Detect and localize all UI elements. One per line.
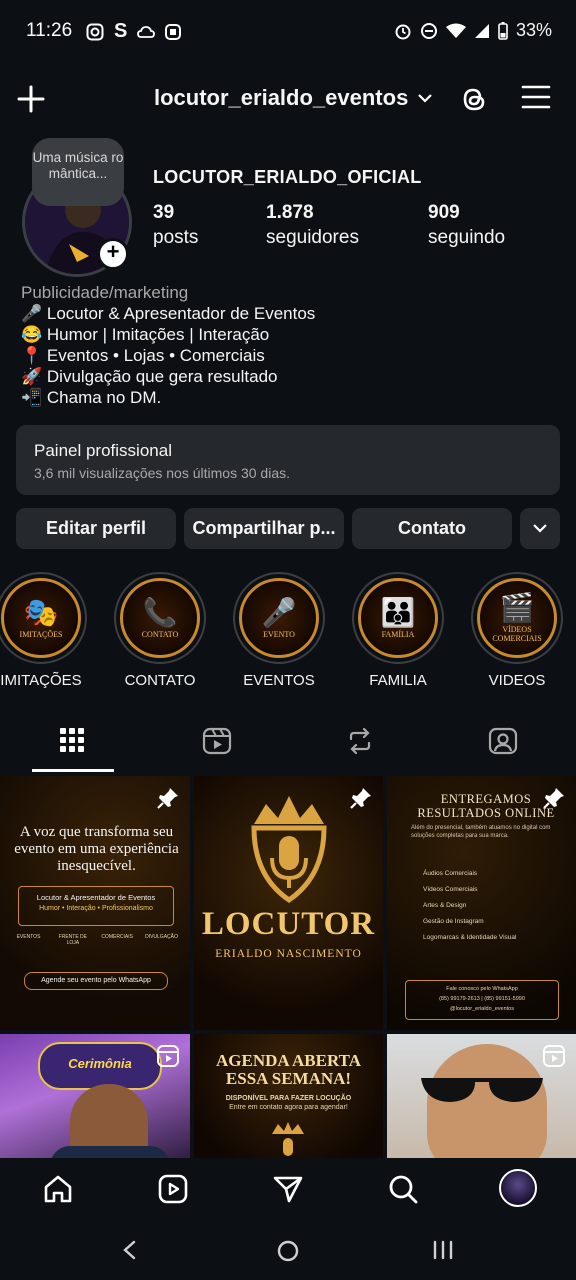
- cloud-icon: [137, 25, 156, 38]
- highlight-label: IMITAÇÕES: [0, 672, 82, 689]
- bio-line: 🚀 Divulgação que gera resultado: [21, 367, 278, 386]
- signal-icon: [474, 23, 489, 38]
- bio-line: 🎤 Locutor & Apresentador de Eventos: [21, 304, 316, 323]
- battery-percentage: 33%: [515, 20, 552, 40]
- tagged-tab-icon[interactable]: [488, 726, 518, 756]
- post-headline: A voz que transforma seu evento em uma e…: [14, 824, 179, 874]
- highlight-label: VIDEOS: [488, 672, 546, 689]
- suggestions-button[interactable]: [520, 508, 560, 549]
- threads-icon[interactable]: [458, 82, 490, 116]
- chevron-down-icon: [533, 524, 547, 533]
- profile-header: locutor_erialdo_eventos: [0, 70, 576, 128]
- post-thumbnail[interactable]: Cerimônia: [0, 1034, 190, 1164]
- direct-messages-icon[interactable]: [272, 1174, 304, 1204]
- s-app-icon: S: [114, 20, 128, 42]
- post-services: EVENTOS FRENTE DE LOJA COMERCIAIS DIVULG…: [16, 934, 178, 946]
- menu-icon[interactable]: [521, 84, 551, 110]
- reels-icon[interactable]: [158, 1174, 188, 1204]
- home-icon[interactable]: [42, 1174, 74, 1204]
- post-subtitle: DISPONÍVEL PARA FAZER LOCUÇÃO Entre em c…: [225, 1095, 352, 1111]
- bottom-navigation: [0, 1158, 576, 1218]
- active-tab-indicator: [32, 769, 114, 772]
- content-tabs: [0, 716, 576, 772]
- wifi-icon: [445, 23, 466, 38]
- post-thumbnail[interactable]: ENTREGAMOS RESULTADOS ONLINE Além do pre…: [387, 776, 576, 1030]
- username-label: locutor_erialdo_eventos: [154, 85, 409, 110]
- recent-apps-icon[interactable]: [432, 1240, 458, 1260]
- reel-icon: [157, 1045, 179, 1067]
- highlight-familia[interactable]: 👪 FAMÍLIA FAMILIA: [348, 572, 448, 689]
- stat-posts[interactable]: 39 posts: [153, 200, 198, 250]
- pin-icon: [350, 788, 371, 809]
- professional-dashboard[interactable]: Painel profissional 3,6 mil visualizaçõe…: [16, 425, 560, 495]
- highlight-contato[interactable]: 📞 CONTATO CONTATO: [110, 572, 210, 689]
- display-name: LOCUTOR_ERIALDO_OFICIAL: [153, 167, 422, 187]
- post-cta: Agende seu evento pelo WhatsApp: [24, 972, 168, 990]
- edit-profile-button[interactable]: Editar perfil: [16, 508, 176, 549]
- post-thumbnail[interactable]: [387, 1034, 576, 1164]
- dashboard-subtitle: 3,6 mil visualizações nos últimos 30 dia…: [34, 465, 291, 481]
- post-title: AGENDA ABERTA ESSA SEMANA!: [215, 1051, 362, 1088]
- contact-button[interactable]: Contato: [352, 508, 512, 549]
- home-circle-icon[interactable]: [276, 1239, 300, 1263]
- post-intro: Além do presencial, também atuamos no di…: [411, 825, 551, 839]
- alarm-icon: [395, 24, 411, 39]
- highlight-label: FAMILIA: [369, 672, 427, 689]
- share-profile-button[interactable]: Compartilhar p...: [184, 508, 344, 549]
- do-not-disturb-icon: [420, 22, 437, 39]
- pin-icon: [157, 788, 178, 809]
- post-thumbnail[interactable]: AGENDA ABERTA ESSA SEMANA! DISPONÍVEL PA…: [194, 1034, 383, 1164]
- dashboard-title: Painel profissional: [34, 441, 172, 460]
- create-plus-icon[interactable]: [16, 84, 46, 114]
- post-thumbnail[interactable]: LOCUTOR ERIALDO NASCIMENTO: [194, 776, 383, 1030]
- highlight-eventos[interactable]: 🎤 EVENTO EVENTOS: [229, 572, 329, 689]
- post-logo-text: Cerimônia: [38, 1042, 162, 1090]
- highlight-label: CONTATO: [124, 672, 196, 689]
- status-bar: 11:26 S 33%: [0, 0, 576, 62]
- post-thumbnail[interactable]: A voz que transforma seu evento em uma e…: [0, 776, 190, 1030]
- profile-category: Publicidade/marketing: [21, 283, 189, 302]
- theater-masks-icon: 🎭: [23, 596, 59, 628]
- post-contact-box: Fale conosco pelo WhatsApp (85) 99179-26…: [405, 980, 559, 1020]
- post-subtitle: ERIALDO NASCIMENTO: [215, 948, 362, 960]
- highlight-videos[interactable]: 🎬 VÍDEOS COMERCIAIS VIDEOS: [467, 572, 567, 689]
- stat-followers[interactable]: 1.878 seguidores: [266, 200, 359, 250]
- clapperboard-icon: 🎬: [499, 592, 535, 623]
- account-switcher[interactable]: locutor_erialdo_eventos: [154, 85, 433, 111]
- instagram-notification-icon: [86, 23, 104, 40]
- profile-note[interactable]: Uma música ro mântica...: [32, 138, 124, 206]
- bio-line: 📲 Chama no DM.: [21, 388, 162, 407]
- chevron-down-icon: [418, 94, 433, 103]
- profile-tab-avatar[interactable]: [499, 1169, 537, 1207]
- family-icon: 👪: [380, 596, 416, 628]
- phone-chat-icon: 📞: [142, 596, 178, 628]
- reels-tab-icon[interactable]: [202, 726, 232, 756]
- microphone-icon: 🎤: [261, 596, 297, 628]
- bio-line: 📍 Eventos • Lojas • Comerciais: [21, 346, 265, 365]
- back-icon[interactable]: [120, 1240, 138, 1260]
- crown-microphone-logo-icon: [251, 796, 327, 904]
- reel-icon: [543, 1045, 565, 1067]
- battery-icon: [498, 21, 508, 40]
- status-time: 11:26: [26, 20, 73, 41]
- stat-following[interactable]: 909 seguindo: [428, 200, 505, 250]
- crown-microphone-logo-icon: [272, 1122, 304, 1156]
- sunglasses-image: [421, 1078, 543, 1102]
- post-title: ENTREGAMOS RESULTADOS ONLINE: [417, 792, 555, 820]
- post-services-list: Áudios Comerciais Vídeos Comerciais Arte…: [423, 870, 517, 941]
- search-icon[interactable]: [388, 1174, 418, 1204]
- system-navigation-bar: [0, 1218, 576, 1280]
- post-title: LOCUTOR: [201, 906, 376, 942]
- post-info-box: Locutor & Apresentador de Eventos Humor …: [18, 886, 174, 926]
- add-story-plus-icon[interactable]: +: [97, 238, 129, 270]
- grid-tab-icon[interactable]: [59, 726, 85, 756]
- app-notification-icon: [165, 23, 182, 40]
- bio-line: 😂 Humor | Imitações | Interação: [21, 325, 270, 344]
- reposts-tab-icon[interactable]: [345, 726, 375, 756]
- highlight-imitacoes[interactable]: 🎭 IMITAÇÕES IMITAÇÕES: [0, 572, 91, 689]
- highlight-label: EVENTOS: [243, 672, 315, 689]
- bio: Publicidade/marketing 🎤 Locutor & Aprese…: [21, 282, 315, 408]
